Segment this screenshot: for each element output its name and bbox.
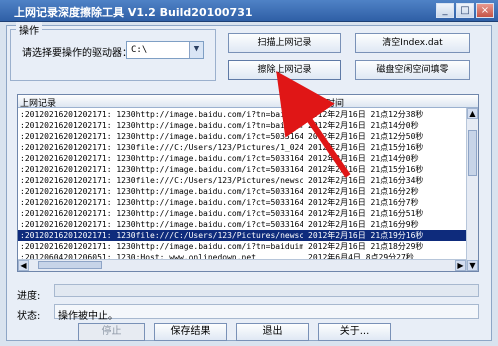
- vertical-scrollbar[interactable]: ▲ ▼: [466, 108, 478, 271]
- stop-button[interactable]: 停止: [78, 323, 145, 341]
- status-text: 操作被中止。: [58, 311, 118, 322]
- vertical-scroll-thumb[interactable]: [468, 130, 477, 176]
- title-bar: 上网记录深度擦除工具 V1.2 Build20100731 _ □ ×: [0, 0, 498, 22]
- time-cell: 2012年2月16日 21点14分0秒: [308, 154, 419, 163]
- table-row[interactable]: :20120216201202171: 1230http://image.bai…: [18, 186, 466, 197]
- table-row[interactable]: :20120216201202171: 1230http://image.bai…: [18, 109, 466, 120]
- window-title: 上网记录深度擦除工具 V1.2 Build20100731: [14, 6, 253, 19]
- maximize-icon[interactable]: □: [456, 3, 474, 18]
- horizontal-scrollbar[interactable]: ◀ ▶: [18, 259, 466, 271]
- drive-label: 请选择要操作的驱动器：: [22, 48, 132, 59]
- table-row[interactable]: :20120216201202171: 1230http://image.bai…: [18, 241, 466, 252]
- table-row-selected[interactable]: :20120216201202171: 1230file:///C:/Users…: [18, 230, 466, 241]
- table-row[interactable]: :20120216201202171: 1230http://image.bai…: [18, 131, 466, 142]
- time-column-header[interactable]: 上网时间: [308, 96, 344, 109]
- record-cell: :20120216201202171: 1230http://image.bai…: [20, 242, 303, 251]
- time-cell: 2012年2月16日 21点12分38秒: [308, 110, 424, 119]
- erase-records-button[interactable]: 擦除上网记录: [228, 60, 341, 80]
- save-results-button[interactable]: 保存结果: [154, 323, 227, 341]
- list-header: 上网记录 上网时间: [18, 95, 478, 109]
- column-divider[interactable]: [305, 95, 306, 108]
- table-row[interactable]: :20120216201202171: 1230http://image.bai…: [18, 120, 466, 131]
- time-cell: 2012年2月16日 21点16分2秒: [308, 187, 419, 196]
- operation-group-title: 操作: [16, 22, 42, 37]
- time-cell: 2012年2月16日 21点16分34秒: [308, 176, 424, 185]
- time-cell: 2012年2月16日 21点14分0秒: [308, 121, 419, 130]
- time-cell: 2012年2月16日 21点16分9秒: [308, 220, 419, 229]
- record-cell: :20120216201202171: 1230file:///C:/Users…: [20, 176, 303, 185]
- records-list[interactable]: 上网记录 上网时间 :20120216201202171: 1230http:/…: [17, 94, 479, 272]
- fill-free-space-button[interactable]: 磁盘空闲空间填零: [355, 60, 470, 80]
- exit-button[interactable]: 退出: [236, 323, 309, 341]
- record-cell: :20120216201202171: 1230http://image.bai…: [20, 110, 303, 119]
- scroll-right-icon[interactable]: ▶: [455, 260, 466, 271]
- time-cell: 2012年2月16日 21点15分16秒: [308, 165, 424, 174]
- time-cell: 2012年2月16日 21点16分7秒: [308, 198, 419, 207]
- table-row[interactable]: :20120216201202171: 1230http://image.bai…: [18, 153, 466, 164]
- time-cell: 2012年2月16日 21点19分16秒: [308, 231, 424, 240]
- record-cell: :20120216201202171: 1230http://image.bai…: [20, 198, 303, 207]
- time-cell: 2012年2月16日 21点12分50秒: [308, 132, 424, 141]
- scan-records-button[interactable]: 扫描上网记录: [228, 33, 341, 53]
- status-box: 操作被中止。: [54, 304, 479, 322]
- progress-label: 进度:: [17, 291, 41, 302]
- record-cell: :20120216201202171: 1230http://image.bai…: [20, 154, 303, 163]
- minimize-icon[interactable]: _: [436, 3, 454, 18]
- status-label: 状态:: [17, 311, 41, 322]
- record-cell: :20120216201202171: 1230http://image.bai…: [20, 165, 303, 174]
- scroll-down-icon[interactable]: ▼: [467, 260, 478, 271]
- table-row[interactable]: :20120216201202171: 1230http://image.bai…: [18, 219, 466, 230]
- record-cell: :20120216201202171: 1230http://image.bai…: [20, 132, 303, 141]
- table-row[interactable]: :20120216201202171: 1230http://image.bai…: [18, 197, 466, 208]
- drive-value: C:\: [131, 45, 148, 55]
- scroll-left-icon[interactable]: ◀: [18, 260, 29, 271]
- clear-index-button[interactable]: 清空Index.dat: [355, 33, 470, 53]
- table-row[interactable]: :20120216201202171: 1230file:///C:/Users…: [18, 175, 466, 186]
- table-row[interactable]: :20120216201202171: 1230file:///C:/Users…: [18, 142, 466, 153]
- record-column-header[interactable]: 上网记录: [20, 96, 56, 109]
- horizontal-scroll-thumb[interactable]: [38, 261, 102, 269]
- close-icon[interactable]: ×: [476, 3, 494, 18]
- record-cell: :20120216201202171: 1230file:///C:/Users…: [20, 143, 303, 152]
- drive-dropdown[interactable]: C:\ ▼: [126, 41, 204, 59]
- record-cell: :20120216201202171: 1230http://image.bai…: [20, 187, 303, 196]
- time-cell: 2012年2月16日 21点16分51秒: [308, 209, 424, 218]
- record-cell: :20120216201202171: 1230http://image.bai…: [20, 209, 303, 218]
- time-cell: 2012年2月16日 21点15分16秒: [308, 143, 424, 152]
- record-cell: :20120216201202171: 1230http://image.bai…: [20, 220, 303, 229]
- time-cell: 2012年2月16日 21点18分29秒: [308, 242, 424, 251]
- record-cell: :20120216201202171: 1230http://image.bai…: [20, 121, 303, 130]
- record-cell: :20120216201202171: 1230file:///C:/Users…: [20, 231, 303, 240]
- progress-bar: [54, 284, 479, 297]
- dropdown-arrow-icon[interactable]: ▼: [189, 42, 203, 58]
- scroll-up-icon[interactable]: ▲: [467, 108, 478, 119]
- about-button[interactable]: 关于...: [318, 323, 391, 341]
- table-row[interactable]: :20120216201202171: 1230http://image.bai…: [18, 164, 466, 175]
- window-controls: _ □ ×: [436, 3, 494, 18]
- table-row[interactable]: :20120216201202171: 1230http://image.bai…: [18, 208, 466, 219]
